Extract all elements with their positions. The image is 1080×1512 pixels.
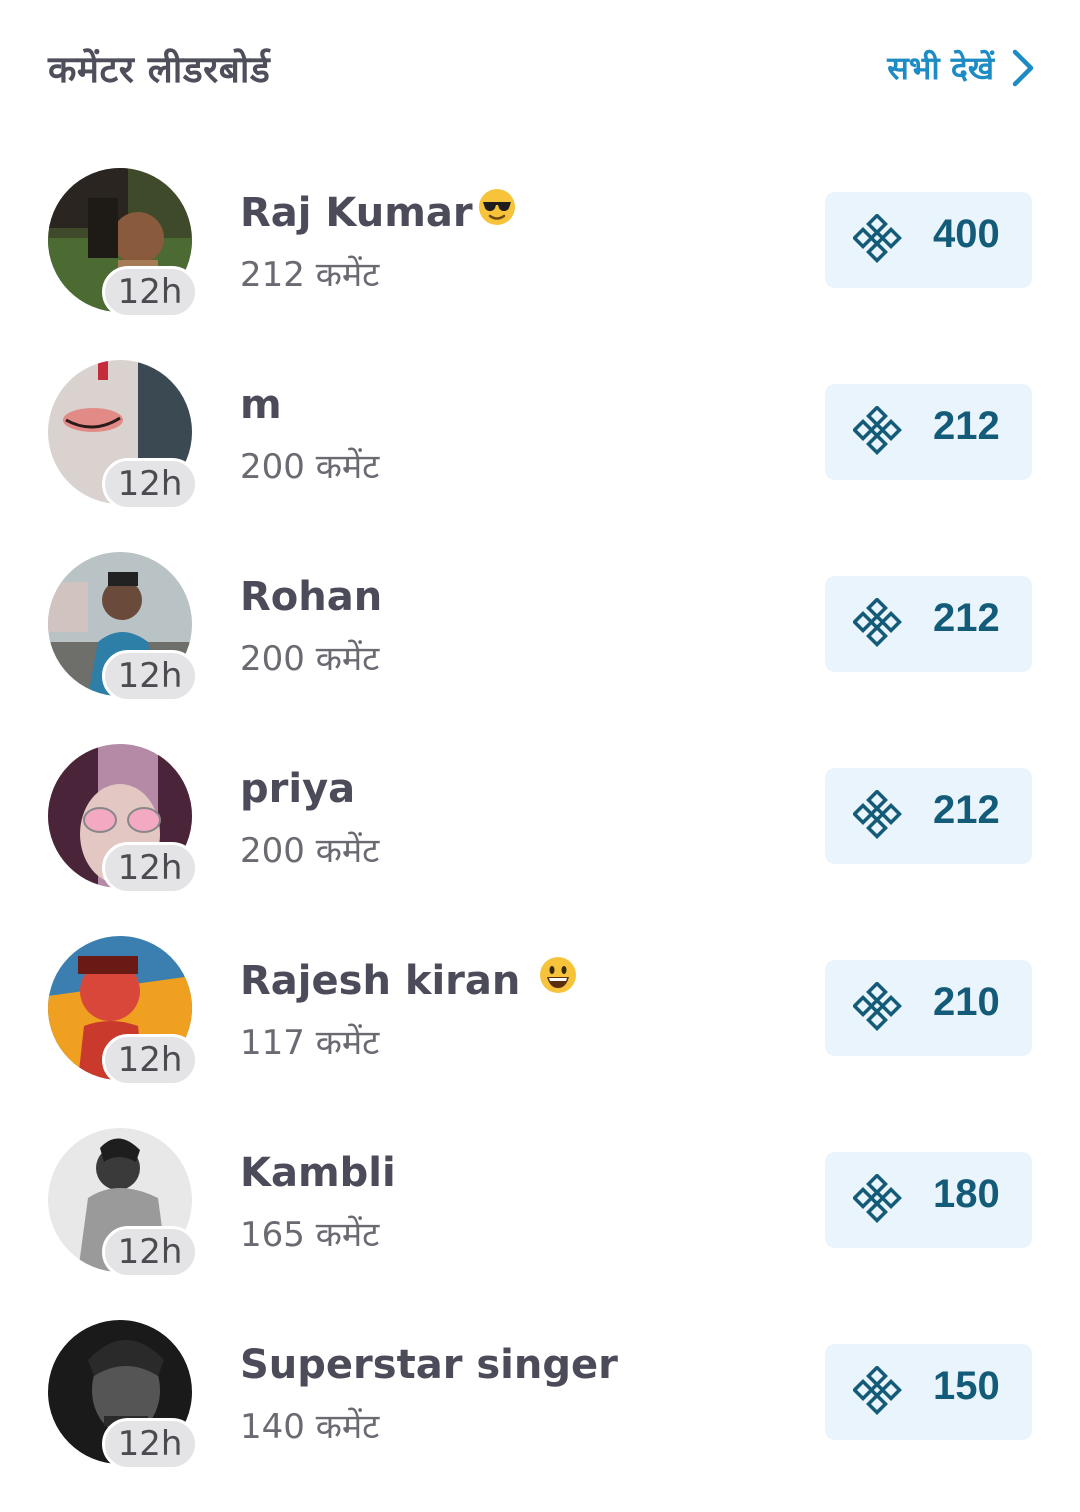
score-value: 210: [933, 980, 1000, 1024]
leaderboard-title: कमेंटर लीडरबोर्ड: [48, 48, 271, 91]
score-value: 180: [933, 1172, 1000, 1216]
commenter-name[interactable]: Kambli: [240, 1150, 396, 1196]
comment-count: 200 कमेंट: [240, 447, 380, 487]
time-badge: 12h: [102, 266, 198, 318]
score-badge[interactable]: 212: [825, 384, 1032, 480]
time-badge: 12h: [102, 1418, 198, 1470]
avatar[interactable]: 12h: [48, 168, 198, 318]
commenter-row[interactable]: 12h priya 200 कमेंट 212: [0, 744, 1080, 936]
comment-count: 200 कमेंट: [240, 639, 380, 679]
knot-icon: [853, 982, 902, 1031]
see-all-button[interactable]: सभी देखें: [887, 46, 1034, 89]
avatar[interactable]: 12h: [48, 1128, 198, 1278]
score-badge[interactable]: 180: [825, 1152, 1032, 1248]
score-badge[interactable]: 400: [825, 192, 1032, 288]
time-badge: 12h: [102, 842, 198, 894]
chevron-right-icon: [1012, 49, 1034, 86]
time-badge: 12h: [102, 1034, 198, 1086]
commenter-name[interactable]: m: [240, 382, 282, 428]
score-badge[interactable]: 150: [825, 1344, 1032, 1440]
knot-icon: [853, 1366, 902, 1415]
commenter-name[interactable]: Rohan: [240, 574, 382, 620]
score-badge[interactable]: 212: [825, 768, 1032, 864]
knot-icon: [853, 1174, 902, 1223]
knot-icon: [853, 214, 902, 263]
time-badge: 12h: [102, 458, 198, 510]
comment-count: 212 कमेंट: [240, 255, 380, 295]
knot-icon: [853, 406, 902, 455]
comment-count: 200 कमेंट: [240, 831, 380, 871]
comment-count: 117 कमेंट: [240, 1023, 380, 1063]
commenter-row[interactable]: 12h Superstar singer 140 कमेंट 150: [0, 1320, 1080, 1512]
avatar[interactable]: 12h: [48, 744, 198, 894]
commenter-name[interactable]: Superstar singer: [240, 1342, 618, 1388]
avatar[interactable]: 12h: [48, 936, 198, 1086]
commenter-row[interactable]: 12h Kambli 165 कमेंट 180: [0, 1128, 1080, 1320]
grinning-emoji-icon: [540, 957, 577, 993]
score-value: 212: [933, 596, 1000, 640]
comment-count: 140 कमेंट: [240, 1407, 380, 1447]
knot-icon: [853, 790, 902, 839]
knot-icon: [853, 598, 902, 647]
score-badge[interactable]: 212: [825, 576, 1032, 672]
see-all-label: सभी देखें: [887, 49, 994, 87]
avatar[interactable]: 12h: [48, 360, 198, 510]
commenter-name[interactable]: Raj Kumar: [240, 189, 517, 236]
commenter-row[interactable]: 12h Raj Kumar 212 कमेंट 400: [0, 168, 1080, 360]
avatar[interactable]: 12h: [48, 1320, 198, 1470]
sunglasses-emoji-icon: [478, 189, 515, 225]
score-badge[interactable]: 210: [825, 960, 1032, 1056]
score-value: 400: [933, 212, 1000, 256]
avatar[interactable]: 12h: [48, 552, 198, 702]
leaderboard-header: कमेंटर लीडरबोर्ड सभी देखें: [0, 0, 1080, 140]
score-value: 212: [933, 404, 1000, 448]
score-value: 150: [933, 1364, 1000, 1408]
commenter-row[interactable]: 12h m 200 कमेंट 212: [0, 360, 1080, 552]
commenter-name[interactable]: Rajesh kiran: [240, 957, 578, 1004]
score-value: 212: [933, 788, 1000, 832]
commenter-list: 12h Raj Kumar 212 कमेंट 400 12h m 200 कम…: [0, 168, 1080, 1512]
commenter-row[interactable]: 12h Rajesh kiran 117 कमेंट 210: [0, 936, 1080, 1128]
commenter-name[interactable]: priya: [240, 766, 355, 812]
comment-count: 165 कमेंट: [240, 1215, 380, 1255]
time-badge: 12h: [102, 1226, 198, 1278]
time-badge: 12h: [102, 650, 198, 702]
commenter-row[interactable]: 12h Rohan 200 कमेंट 212: [0, 552, 1080, 744]
